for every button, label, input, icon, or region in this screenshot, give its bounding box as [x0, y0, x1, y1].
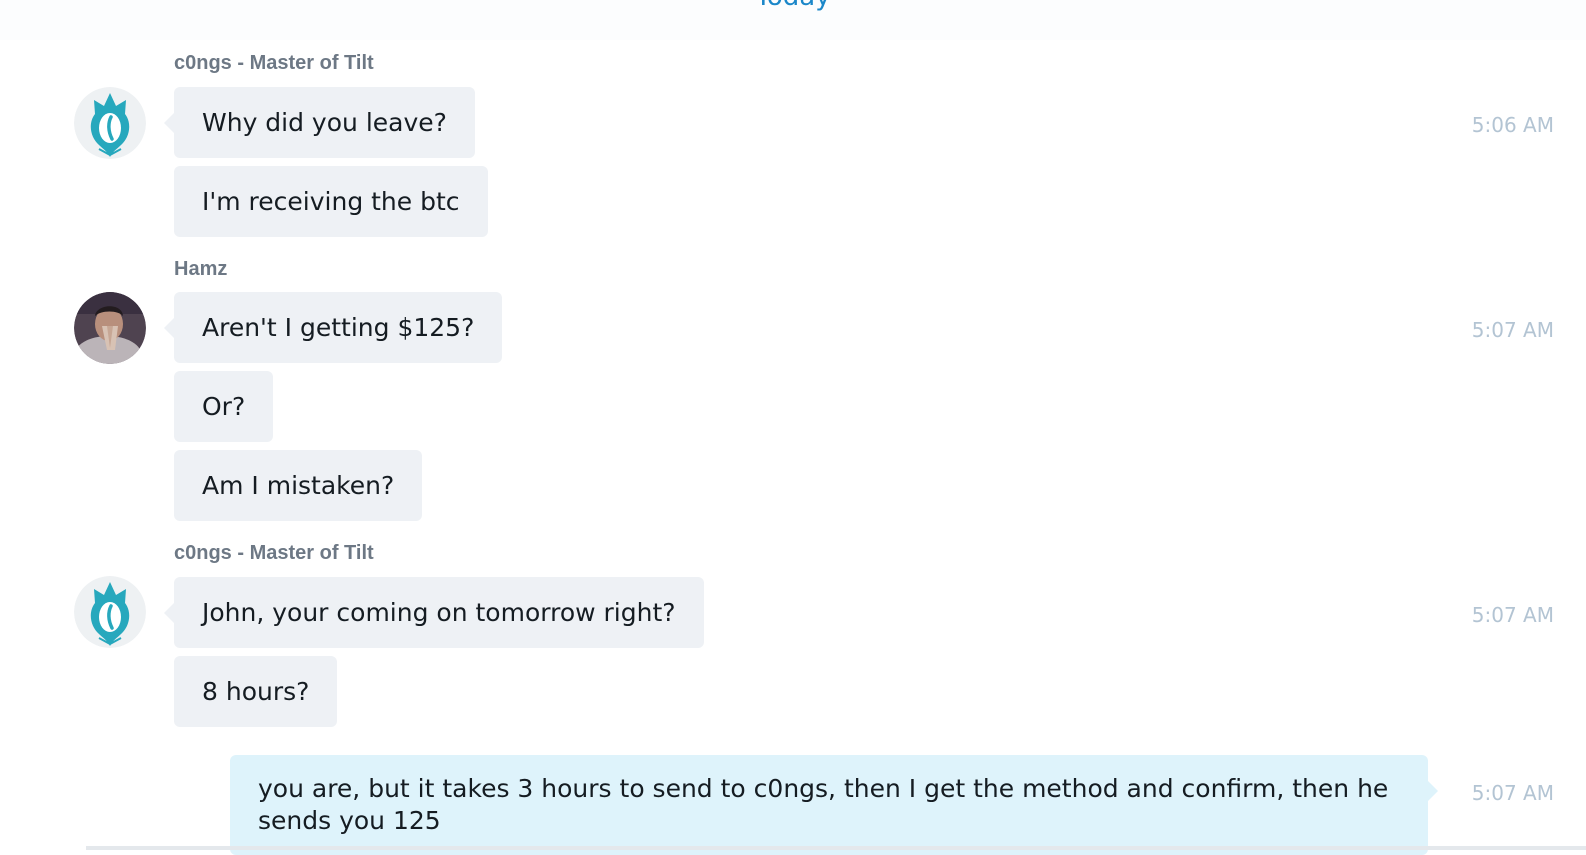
message-bubble[interactable]: Aren't I getting $125? — [163, 292, 503, 363]
message-timestamp: 5:07 AM — [1471, 603, 1554, 627]
message-timestamp: 5:07 AM — [1471, 318, 1554, 342]
message-sender-name[interactable]: c0ngs - Master of Tilt — [174, 542, 374, 565]
message-bubble[interactable]: John, your coming on tomorrow right? — [164, 577, 704, 648]
message-bubble[interactable]: I'm receiving the btc — [174, 166, 488, 237]
outgoing-message-bubble[interactable]: you are, but it takes 3 hours to send to… — [230, 755, 1438, 855]
user-avatar[interactable] — [74, 292, 146, 364]
composer-divider — [86, 846, 1586, 850]
message-bubble[interactable]: Why did you leave? — [164, 87, 475, 158]
message-timestamp: 5:06 AM — [1471, 113, 1554, 137]
message-bubble[interactable]: Am I mistaken? — [174, 450, 423, 521]
flame-logo-icon[interactable] — [74, 87, 146, 159]
message-sender-name[interactable]: c0ngs - Master of Tilt — [174, 52, 374, 75]
message-bubble[interactable]: 8 hours? — [174, 656, 338, 727]
day-divider-label: Today — [0, 0, 1586, 12]
flame-logo-icon[interactable] — [74, 576, 146, 648]
message-sender-name[interactable]: Hamz — [174, 258, 227, 281]
day-divider: Today — [0, 0, 1586, 40]
message-bubble[interactable]: Or? — [174, 371, 274, 442]
message-timestamp: 5:07 AM — [1471, 781, 1554, 805]
